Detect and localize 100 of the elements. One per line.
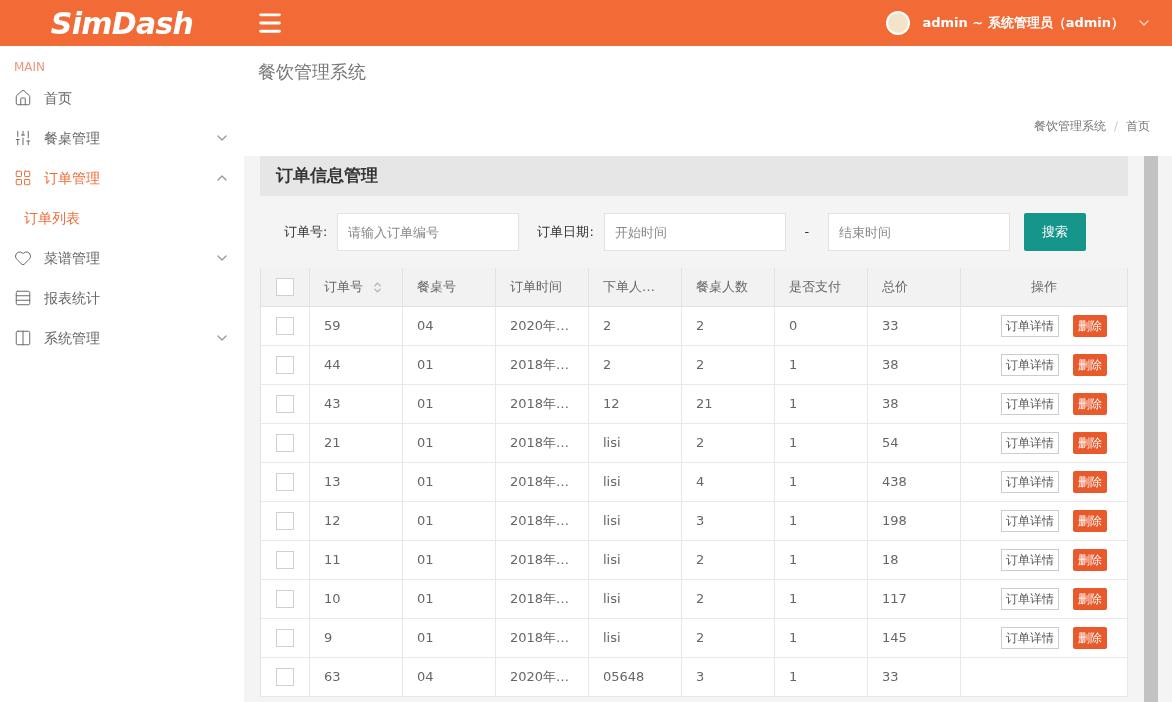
table-cell: 3 [682, 658, 775, 696]
table-cell: 38 [868, 346, 961, 384]
table-cell: 1 [775, 619, 868, 657]
delete-button[interactable]: 删除 [1073, 627, 1107, 649]
checkbox[interactable] [276, 278, 294, 296]
details-button[interactable]: 订单详情 [1001, 471, 1059, 493]
sidebar-item[interactable]: 报表统计 [0, 278, 244, 318]
delete-button[interactable]: 删除 [1073, 354, 1107, 376]
sidebar-item[interactable]: 首页 [0, 78, 244, 118]
sidebar-item[interactable]: 菜谱管理 [0, 238, 244, 278]
home-icon [14, 89, 32, 107]
checkbox[interactable] [276, 395, 294, 413]
table-cell: 2 [682, 424, 775, 462]
table-cell: 2018年… [496, 346, 589, 384]
table-cell: 13 [310, 463, 403, 501]
user-name[interactable]: admin ~ 系统管理员（admin） [922, 13, 1124, 33]
table-cell: 9 [310, 619, 403, 657]
table-cell: 33 [868, 307, 961, 345]
delete-button[interactable]: 删除 [1073, 510, 1107, 532]
delete-button[interactable]: 删除 [1073, 588, 1107, 610]
table-cell: 21 [682, 385, 775, 423]
table-cell: 01 [403, 580, 496, 618]
table-cell: 11 [310, 541, 403, 579]
search-button[interactable]: 搜索 [1023, 213, 1086, 251]
column-header: 总价 [868, 268, 961, 306]
field-label: 订单日期: [537, 223, 594, 242]
table-cell: 04 [403, 658, 496, 696]
column-header: 餐桌人数 [682, 268, 775, 306]
table-cell: 01 [403, 541, 496, 579]
delete-button[interactable]: 删除 [1073, 393, 1107, 415]
checkbox[interactable] [276, 629, 294, 647]
table-cell: 01 [403, 463, 496, 501]
checkbox[interactable] [276, 512, 294, 530]
delete-button[interactable]: 删除 [1073, 432, 1107, 454]
table-cell: 38 [868, 385, 961, 423]
table-cell: 2 [682, 307, 775, 345]
end-date-field[interactable]: 结束时间 [827, 213, 1010, 251]
sort-icon[interactable] [371, 280, 384, 294]
section-label: MAIN [13, 59, 47, 76]
details-button[interactable]: 订单详情 [1001, 588, 1059, 610]
table-cell: 33 [868, 658, 961, 696]
table-cell: 04 [403, 307, 496, 345]
checkbox[interactable] [276, 317, 294, 335]
column-header[interactable]: 订单号 [310, 268, 403, 306]
grid-icon [14, 169, 32, 187]
submenu-item[interactable]: 订单列表 [0, 198, 244, 238]
sliders-icon [14, 129, 32, 147]
checkbox[interactable] [276, 473, 294, 491]
field-label: 订单号: [284, 223, 328, 242]
checkbox[interactable] [276, 551, 294, 569]
table-cell: 2020年… [496, 658, 589, 696]
breadcrumb-link[interactable]: 餐饮管理系统 [1033, 117, 1106, 135]
delete-button[interactable]: 删除 [1073, 471, 1107, 493]
scrollbar[interactable] [1144, 156, 1158, 702]
breadcrumb-link[interactable]: 首页 [1126, 117, 1150, 135]
heart-icon [14, 249, 32, 267]
table-cell: lisi [589, 619, 682, 657]
table-cell: lisi [589, 463, 682, 501]
sidebar-item[interactable]: 订单管理 [0, 158, 244, 198]
checkbox[interactable] [276, 590, 294, 608]
checkbox[interactable] [276, 434, 294, 452]
table-cell: 01 [403, 385, 496, 423]
table-cell: 01 [403, 502, 496, 540]
avatar [886, 11, 911, 35]
table-cell: 1 [775, 463, 868, 501]
sidebar-item[interactable]: 餐桌管理 [0, 118, 244, 158]
logo: SimDash [50, 4, 194, 43]
table-cell: 01 [403, 619, 496, 657]
column-header: 订单时间 [496, 268, 589, 306]
details-button[interactable]: 订单详情 [1001, 549, 1059, 571]
order-number-field[interactable]: 请输入订单编号 [337, 213, 520, 251]
table-cell: 0 [775, 307, 868, 345]
details-button[interactable]: 订单详情 [1001, 393, 1059, 415]
table-cell: 1 [775, 658, 868, 696]
column-header: 餐桌号 [403, 268, 496, 306]
table-cell: 44 [310, 346, 403, 384]
table-cell: 54 [868, 424, 961, 462]
table-cell: 59 [310, 307, 403, 345]
table-cell: 2 [682, 580, 775, 618]
start-date-field[interactable]: 开始时间 [603, 213, 786, 251]
table-cell: 1 [775, 385, 868, 423]
checkbox[interactable] [276, 668, 294, 686]
table-cell: 10 [310, 580, 403, 618]
table-cell: 3 [682, 502, 775, 540]
range-separator: - [803, 223, 811, 242]
table-cell: 2018年… [496, 385, 589, 423]
details-button[interactable]: 订单详情 [1001, 510, 1059, 532]
checkbox[interactable] [276, 356, 294, 374]
table-cell: 2 [589, 307, 682, 345]
sidebar-item[interactable]: 系统管理 [0, 318, 244, 358]
table-cell: lisi [589, 424, 682, 462]
column-header: 是否支付 [775, 268, 868, 306]
delete-button[interactable]: 删除 [1073, 315, 1107, 337]
delete-button[interactable]: 删除 [1073, 549, 1107, 571]
details-button[interactable]: 订单详情 [1001, 315, 1059, 337]
table-cell: 2 [682, 619, 775, 657]
details-button[interactable]: 订单详情 [1001, 627, 1059, 649]
details-button[interactable]: 订单详情 [1001, 354, 1059, 376]
details-button[interactable]: 订单详情 [1001, 432, 1059, 454]
column-header: 操作 [961, 268, 1128, 306]
